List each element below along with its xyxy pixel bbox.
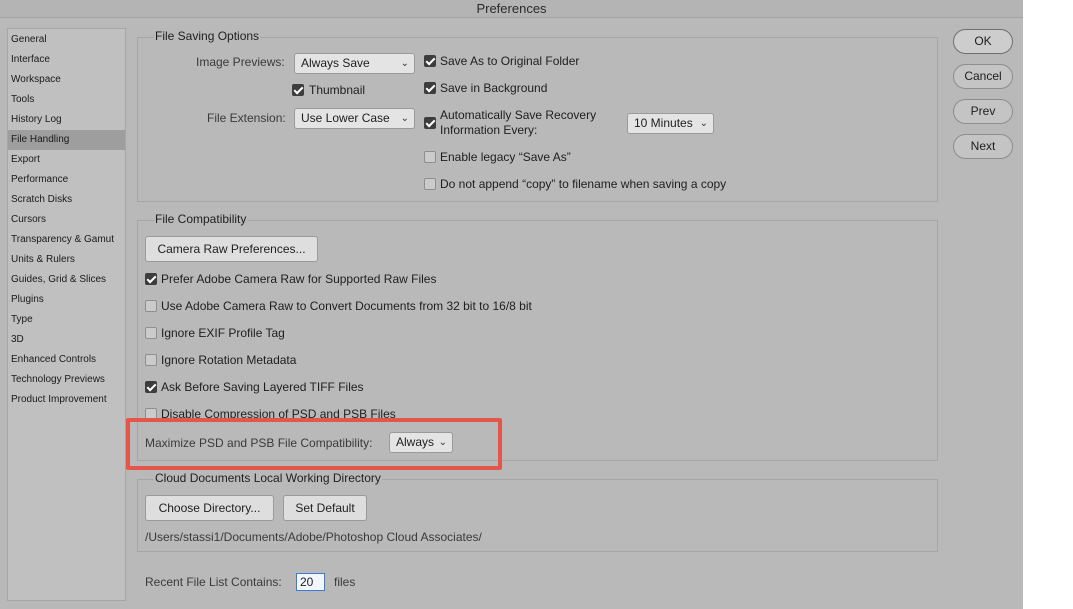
auto-save-interval-value: 10 Minutes — [634, 116, 693, 130]
preferences-window: Preferences General Interface Workspace Too… — [0, 0, 1023, 609]
sidebar-item-cursors[interactable]: Cursors — [8, 210, 125, 230]
chevron-down-icon: ⌄ — [699, 118, 708, 129]
recent-files-suffix: files — [334, 575, 356, 589]
sidebar-item-general[interactable]: General — [8, 30, 125, 50]
file-compatibility-title: File Compatibility — [154, 212, 248, 226]
image-previews-select[interactable]: Always Save ⌄ — [294, 53, 415, 74]
chevron-down-icon: ⌄ — [400, 58, 409, 69]
sidebar-item-3d[interactable]: 3D — [8, 330, 125, 350]
cancel-button[interactable]: Cancel — [953, 64, 1013, 89]
sidebar: General Interface Workspace Tools History Lo… — [7, 28, 126, 601]
window-title: Preferences — [0, 0, 1023, 18]
auto-save-checkbox[interactable] — [424, 117, 436, 129]
sidebar-list: General Interface Workspace Tools History Lo… — [8, 30, 125, 410]
sidebar-item-export[interactable]: Export — [8, 150, 125, 170]
cloud-documents-title: Cloud Documents Local Working Directory — [154, 471, 382, 485]
sidebar-item-interface[interactable]: Interface — [8, 50, 125, 70]
sidebar-item-scratch-disks[interactable]: Scratch Disks — [8, 190, 125, 210]
recent-files-label: Recent File List Contains: — [145, 575, 282, 589]
enable-legacy-label: Enable legacy “Save As” — [440, 150, 571, 164]
sidebar-item-workspace[interactable]: Workspace — [8, 70, 125, 90]
compat-option-checkbox[interactable] — [145, 381, 157, 393]
compat-option-label: Ignore EXIF Profile Tag — [161, 326, 285, 340]
sidebar-item-enhanced-controls[interactable]: Enhanced Controls — [8, 350, 125, 370]
compat-option-label: Ask Before Saving Layered TIFF Files — [161, 380, 364, 394]
sidebar-item-product-improvement[interactable]: Product Improvement — [8, 390, 125, 410]
ok-button[interactable]: OK — [953, 29, 1013, 54]
cloud-directory-path: /Users/stassi1/Documents/Adobe/Photoshop… — [145, 530, 482, 544]
thumbnail-checkbox[interactable] — [292, 84, 304, 96]
compat-option-label: Ignore Rotation Metadata — [161, 353, 297, 367]
save-background-label: Save in Background — [440, 81, 548, 95]
file-extension-value: Use Lower Case — [301, 111, 390, 125]
sidebar-item-type[interactable]: Type — [8, 310, 125, 330]
file-extension-select[interactable]: Use Lower Case ⌄ — [294, 108, 415, 129]
auto-save-label-line2: Information Every: — [440, 123, 538, 137]
compat-option-checkbox[interactable] — [145, 327, 157, 339]
compat-option-label: Prefer Adobe Camera Raw for Supported Ra… — [161, 272, 437, 286]
sidebar-item-guides-grid-slices[interactable]: Guides, Grid & Slices — [8, 270, 125, 290]
save-background-checkbox[interactable] — [424, 82, 436, 94]
sidebar-item-tools[interactable]: Tools — [8, 90, 125, 110]
prev-button[interactable]: Prev — [953, 99, 1013, 124]
file-saving-title: File Saving Options — [154, 29, 261, 43]
no-copy-checkbox[interactable] — [424, 178, 436, 190]
next-button[interactable]: Next — [953, 134, 1013, 159]
image-previews-value: Always Save — [301, 56, 370, 70]
compat-option-checkbox[interactable] — [145, 300, 157, 312]
file-extension-label: File Extension: — [207, 111, 286, 125]
save-original-folder-label: Save As to Original Folder — [440, 54, 580, 68]
compat-option-checkbox[interactable] — [145, 354, 157, 366]
thumbnail-label: Thumbnail — [309, 83, 366, 97]
save-original-folder-checkbox[interactable] — [424, 55, 436, 67]
set-default-button[interactable]: Set Default — [283, 495, 367, 521]
sidebar-item-transparency-gamut[interactable]: Transparency & Gamut — [8, 230, 125, 250]
image-previews-label: Image Previews: — [196, 55, 285, 69]
auto-save-label-line1: Automatically Save Recovery — [440, 108, 597, 122]
sidebar-item-history-log[interactable]: History Log — [8, 110, 125, 130]
no-copy-label: Do not append “copy” to filename when sa… — [440, 177, 727, 191]
highlight-box — [126, 418, 502, 470]
choose-directory-button[interactable]: Choose Directory... — [145, 495, 274, 521]
auto-save-interval-select[interactable]: 10 Minutes ⌄ — [627, 113, 714, 134]
chevron-down-icon: ⌄ — [400, 113, 409, 124]
recent-files-input[interactable]: 20 — [296, 573, 325, 591]
sidebar-item-file-handling[interactable]: File Handling — [8, 130, 125, 150]
camera-raw-preferences-button[interactable]: Camera Raw Preferences... — [145, 236, 318, 262]
enable-legacy-checkbox[interactable] — [424, 151, 436, 163]
sidebar-item-performance[interactable]: Performance — [8, 170, 125, 190]
sidebar-item-units-rulers[interactable]: Units & Rulers — [8, 250, 125, 270]
compat-option-checkbox[interactable] — [145, 273, 157, 285]
sidebar-item-plugins[interactable]: Plugins — [8, 290, 125, 310]
sidebar-item-technology-previews[interactable]: Technology Previews — [8, 370, 125, 390]
compat-option-label: Use Adobe Camera Raw to Convert Document… — [161, 299, 532, 313]
